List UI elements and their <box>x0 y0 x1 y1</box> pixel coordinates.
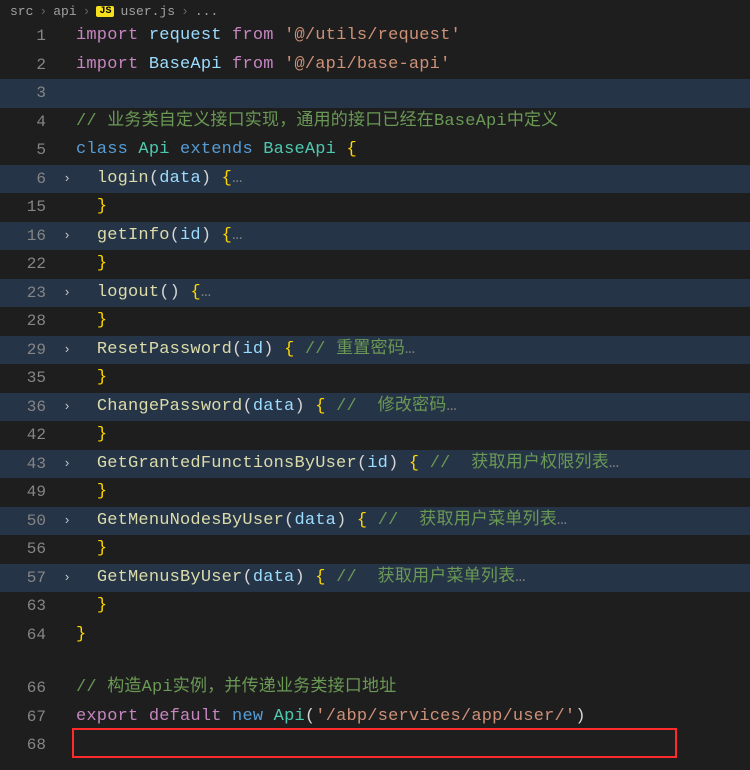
code-line[interactable]: 15 } <box>0 193 750 222</box>
code-line[interactable]: 50 › GetMenuNodesByUser(data) { // 获取用户菜… <box>0 507 750 536</box>
code-content[interactable]: } <box>76 478 107 507</box>
code-content[interactable]: GetMenuNodesByUser(data) { // 获取用户菜单列表… <box>76 507 567 536</box>
breadcrumb-seg-src[interactable]: src <box>10 4 33 19</box>
code-content[interactable]: ChangePassword(data) { // 修改密码… <box>76 393 457 422</box>
line-number: 29 <box>0 336 58 365</box>
line-number: 3 <box>0 79 58 108</box>
code-content[interactable]: } <box>76 421 107 450</box>
line-number: 22 <box>0 250 58 279</box>
breadcrumb-seg-api[interactable]: api <box>53 4 76 19</box>
code-line[interactable]: 42 } <box>0 421 750 450</box>
line-number: 63 <box>0 592 58 621</box>
code-content[interactable]: login(data) {… <box>76 165 242 194</box>
code-line[interactable]: 68 <box>0 731 750 760</box>
code-content[interactable]: class Api extends BaseApi { <box>76 136 357 165</box>
line-number: 16 <box>0 222 58 251</box>
fold-chevron-icon[interactable]: › <box>58 564 76 593</box>
code-content[interactable]: } <box>76 193 107 222</box>
fold-chevron-icon[interactable]: › <box>58 393 76 422</box>
code-line[interactable]: 23 › logout() {… <box>0 279 750 308</box>
breadcrumb-file[interactable]: user.js <box>120 4 175 19</box>
code-line[interactable]: 66 // 构造Api实例，并传递业务类接口地址 <box>0 674 750 703</box>
code-content[interactable]: export default new Api('/abp/services/ap… <box>76 703 586 732</box>
code-line[interactable]: 22 } <box>0 250 750 279</box>
code-line[interactable]: 67 export default new Api('/abp/services… <box>0 703 750 732</box>
code-line[interactable]: 28 } <box>0 307 750 336</box>
code-line[interactable]: 3 <box>0 79 750 108</box>
fold-chevron-icon[interactable]: › <box>58 222 76 251</box>
line-number: 64 <box>0 621 58 650</box>
breadcrumb-tail[interactable]: ... <box>195 4 218 19</box>
line-number: 5 <box>0 136 58 165</box>
line-number: 1 <box>0 22 58 51</box>
fold-chevron-icon[interactable]: › <box>58 507 76 536</box>
chevron-right-icon: › <box>181 4 189 19</box>
code-line[interactable]: 64 } <box>0 621 750 650</box>
code-line[interactable]: 49 } <box>0 478 750 507</box>
line-number: 23 <box>0 279 58 308</box>
line-number: 50 <box>0 507 58 536</box>
chevron-right-icon: › <box>39 4 47 19</box>
code-content[interactable]: } <box>76 592 107 621</box>
fold-chevron-icon[interactable]: › <box>58 450 76 479</box>
code-content[interactable]: getInfo(id) {… <box>76 222 242 251</box>
code-content[interactable]: GetGrantedFunctionsByUser(id) { // 获取用户权… <box>76 450 619 479</box>
line-number: 35 <box>0 364 58 393</box>
fold-chevron-icon[interactable]: › <box>58 279 76 308</box>
line-number: 2 <box>0 51 58 80</box>
line-number: 68 <box>0 731 58 760</box>
code-content[interactable]: import request from '@/utils/request' <box>76 22 461 51</box>
fold-chevron-icon[interactable]: › <box>58 336 76 365</box>
code-content[interactable]: } <box>76 307 107 336</box>
code-line[interactable]: 63 } <box>0 592 750 621</box>
chevron-right-icon: › <box>83 4 91 19</box>
code-line[interactable]: 5 class Api extends BaseApi { <box>0 136 750 165</box>
code-line[interactable]: 35 } <box>0 364 750 393</box>
line-number: 57 <box>0 564 58 593</box>
code-content[interactable]: ResetPassword(id) { // 重置密码… <box>76 336 415 365</box>
code-content[interactable]: // 业务类自定义接口实现，通用的接口已经在BaseApi中定义 <box>76 108 558 137</box>
fold-chevron-icon[interactable]: › <box>58 165 76 194</box>
line-number: 49 <box>0 478 58 507</box>
code-content[interactable]: GetMenusByUser(data) { // 获取用户菜单列表… <box>76 564 526 593</box>
line-number: 15 <box>0 193 58 222</box>
code-content[interactable]: import BaseApi from '@/api/base-api' <box>76 51 451 80</box>
code-content[interactable]: } <box>76 250 107 279</box>
code-line[interactable]: 43 › GetGrantedFunctionsByUser(id) { // … <box>0 450 750 479</box>
js-file-icon: JS <box>96 6 114 17</box>
line-number: 6 <box>0 165 58 194</box>
line-number: 4 <box>0 108 58 137</box>
code-line[interactable]: 6 › login(data) {… <box>0 165 750 194</box>
code-line[interactable]: 36 › ChangePassword(data) { // 修改密码… <box>0 393 750 422</box>
code-editor[interactable]: 1 import request from '@/utils/request' … <box>0 22 750 760</box>
code-content[interactable]: logout() {… <box>76 279 211 308</box>
code-content[interactable]: } <box>76 621 86 650</box>
line-number: 28 <box>0 307 58 336</box>
code-content[interactable]: } <box>76 364 107 393</box>
line-number: 42 <box>0 421 58 450</box>
breadcrumb[interactable]: src › api › JS user.js › ... <box>0 0 750 22</box>
code-line[interactable]: 2 import BaseApi from '@/api/base-api' <box>0 51 750 80</box>
code-line[interactable]: 16 › getInfo(id) {… <box>0 222 750 251</box>
code-line[interactable]: 56 } <box>0 535 750 564</box>
code-line[interactable]: 4 // 业务类自定义接口实现，通用的接口已经在BaseApi中定义 <box>0 108 750 137</box>
code-line[interactable]: 1 import request from '@/utils/request' <box>0 22 750 51</box>
code-line[interactable]: 57 › GetMenusByUser(data) { // 获取用户菜单列表… <box>0 564 750 593</box>
line-number: 43 <box>0 450 58 479</box>
line-number: 67 <box>0 703 58 732</box>
code-line-blank[interactable] <box>0 649 750 674</box>
code-content[interactable]: // 构造Api实例，并传递业务类接口地址 <box>76 674 396 703</box>
line-number: 66 <box>0 674 58 703</box>
code-line[interactable]: 29 › ResetPassword(id) { // 重置密码… <box>0 336 750 365</box>
line-number: 56 <box>0 535 58 564</box>
line-number: 36 <box>0 393 58 422</box>
code-content[interactable]: } <box>76 535 107 564</box>
